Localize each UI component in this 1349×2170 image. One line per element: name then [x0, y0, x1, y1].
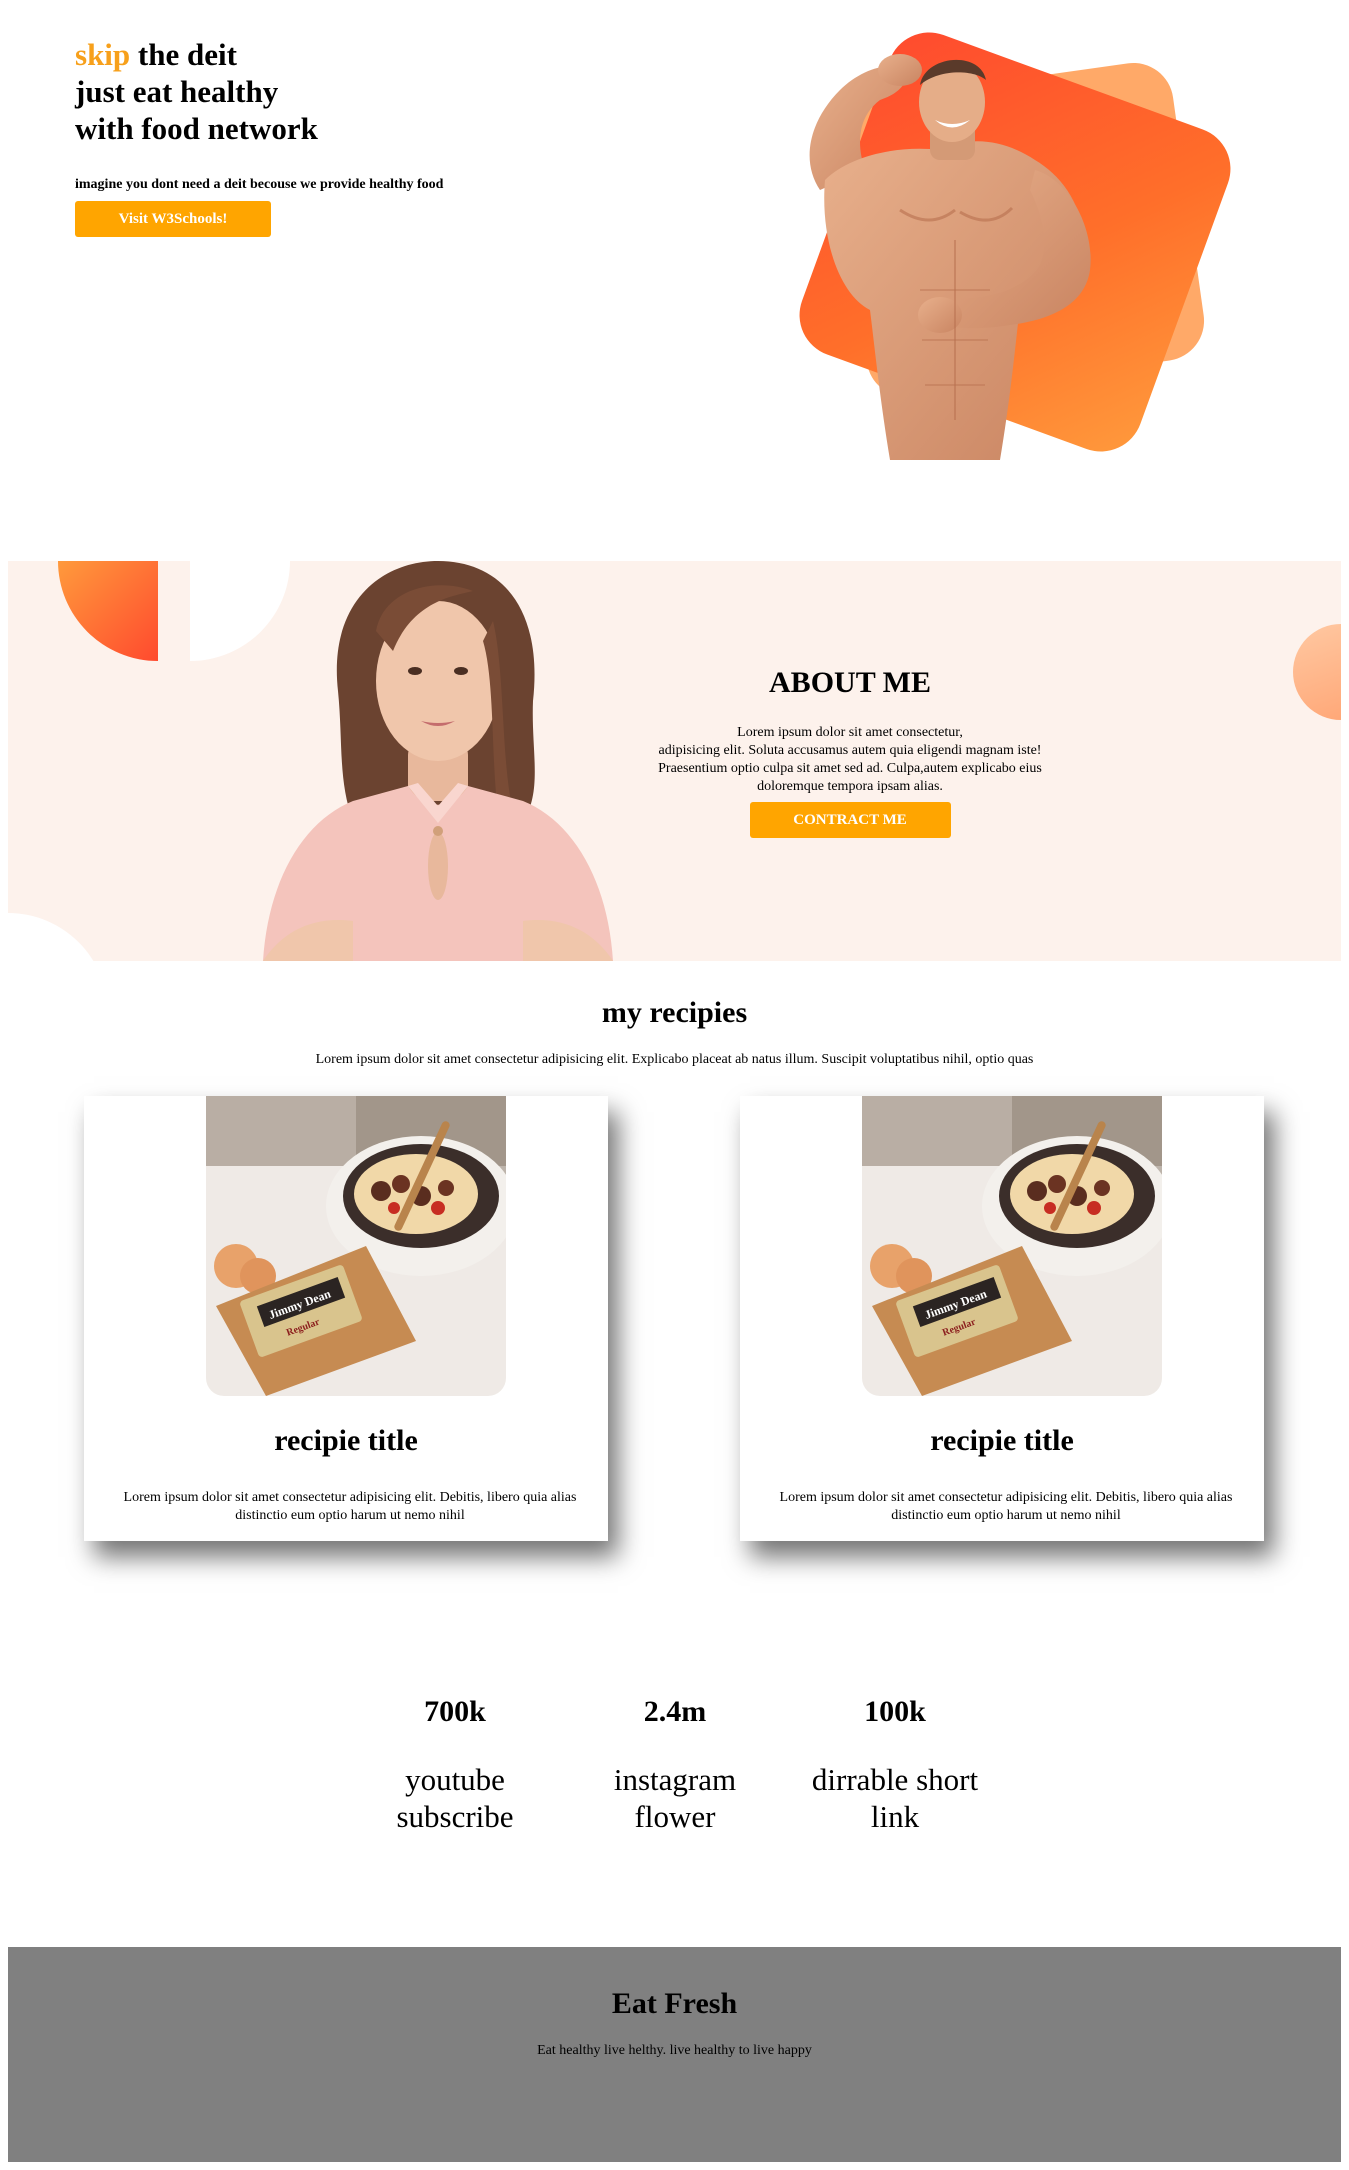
stat-label: youtube subscribe [355, 1761, 555, 1835]
footer: Eat Fresh Eat healthy live helthy. live … [8, 1947, 1341, 2162]
footer-title: Eat Fresh [611, 1987, 738, 2020]
hero-text-block: skip the deit just eat healthy with food… [75, 36, 635, 237]
about-section: ABOUT ME Lorem ipsum dolor sit amet cons… [8, 561, 1341, 961]
stat-label: instagram flower [575, 1761, 775, 1835]
recipe-image: Jimmy Dean Regular [862, 1096, 1162, 1396]
hero-title: skip the deit just eat healthy with food… [75, 36, 635, 147]
stat-label: dirrable short link [795, 1761, 995, 1835]
recipe-title: recipie title [930, 1424, 1074, 1457]
about-text-line: Praesentium optio culpa sit amet sed ad.… [658, 761, 1042, 776]
hero-title-line3: with food network [75, 111, 318, 146]
stat-value: 700k [424, 1695, 486, 1728]
recipes-title: my recipies [601, 996, 748, 1029]
about-text: Lorem ipsum dolor sit amet consectetur, … [620, 724, 1080, 796]
about-text-line: Lorem ipsum dolor sit amet consectetur, [737, 725, 963, 740]
recipe-food-photo: Jimmy Dean Regular [862, 1096, 1162, 1396]
hero-image [740, 20, 1243, 464]
hero-subtitle: imagine you dont need a deit becouse we … [75, 177, 444, 192]
recipe-card[interactable]: Jimmy Dean Regular recipie title Lorem i… [740, 1096, 1264, 1541]
hero-title-line1: the deit [130, 37, 237, 72]
stat-label-line: youtube [405, 1762, 505, 1797]
visit-w3schools-button[interactable]: Visit W3Schools! [75, 201, 271, 237]
hero-section: skip the deit just eat healthy with food… [0, 0, 1349, 520]
stat-short-link: 100k dirrable short link [795, 1695, 995, 1835]
white-corner-decoration [8, 913, 108, 961]
woman-portrait [263, 561, 613, 961]
hero-title-accent: skip [75, 37, 131, 72]
about-text-line: doloremque tempora ipsam alias. [757, 779, 943, 794]
stat-label-line: subscribe [396, 1799, 514, 1834]
muscular-man-illustration [809, 54, 1091, 460]
stat-label-line: dirrable short [811, 1762, 979, 1797]
orange-quarter-circle-decoration [58, 561, 158, 661]
stat-instagram: 2.4m instagram flower [575, 1695, 775, 1835]
recipe-card[interactable]: Jimmy Dean Regular recipie title Lorem i… [84, 1096, 608, 1541]
recipe-food-photo: Jimmy Dean Regular [206, 1096, 506, 1396]
hero-title-line2: just eat healthy [75, 74, 279, 109]
recipes-header: my recipies Lorem ipsum dolor sit amet c… [0, 996, 1349, 1068]
stat-youtube: 700k youtube subscribe [355, 1695, 555, 1835]
about-title: ABOUT ME [769, 666, 931, 699]
peach-half-circle-decoration [1293, 624, 1341, 720]
recipes-subtitle: Lorem ipsum dolor sit amet consectetur a… [315, 1052, 1034, 1067]
stat-label-line: flower [634, 1799, 716, 1834]
about-content: ABOUT ME Lorem ipsum dolor sit amet cons… [620, 666, 1080, 838]
recipe-title: recipie title [274, 1424, 418, 1457]
stat-value: 2.4m [643, 1695, 707, 1728]
stat-label-line: link [870, 1799, 920, 1834]
stat-value: 100k [864, 1695, 926, 1728]
about-text-line: adipisicing elit. Soluta accusamus autem… [658, 743, 1042, 758]
stat-label-line: instagram [613, 1762, 737, 1797]
recipe-description: Lorem ipsum dolor sit amet consectetur a… [123, 1490, 577, 1523]
contract-me-button[interactable]: CONTRACT ME [749, 802, 951, 838]
footer-text: Eat healthy live helthy. live healthy to… [537, 2043, 812, 2058]
recipe-description: Lorem ipsum dolor sit amet consectetur a… [779, 1490, 1233, 1523]
recipe-image: Jimmy Dean Regular [206, 1096, 506, 1396]
